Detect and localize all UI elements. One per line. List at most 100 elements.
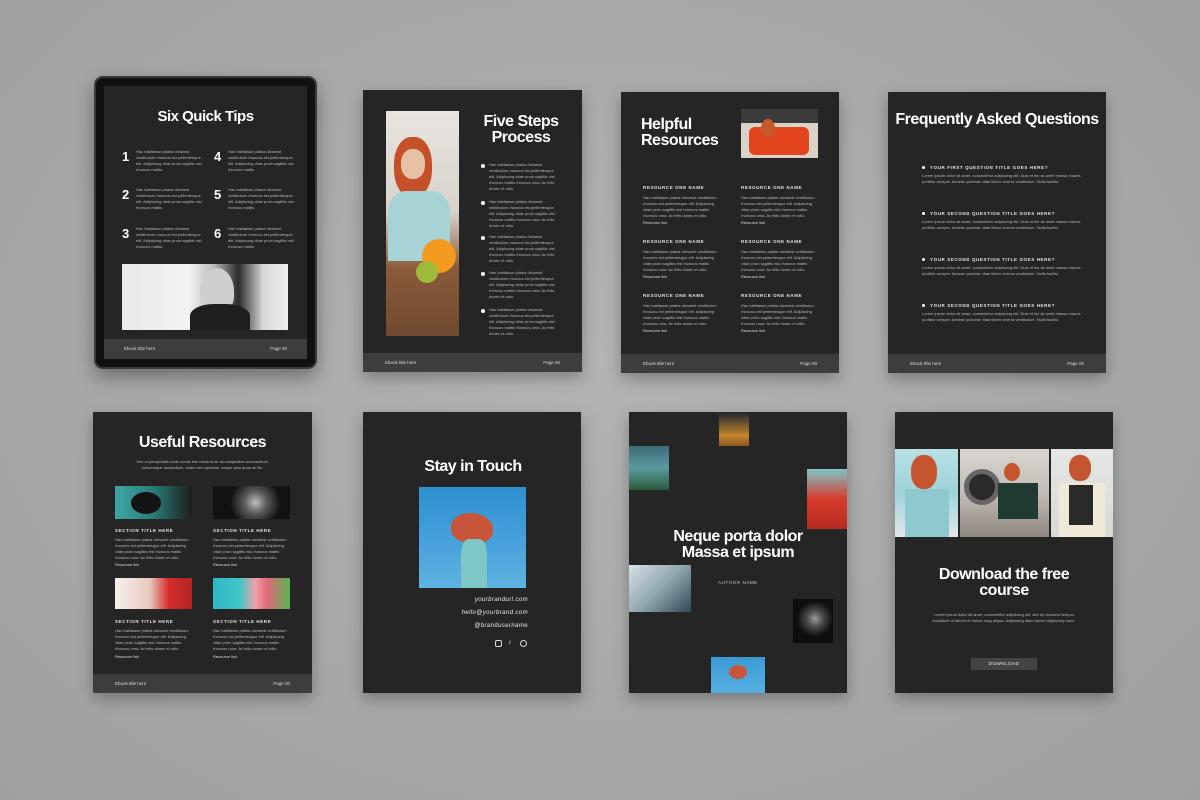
resource-name: RESOURCE ONE NAME: [741, 185, 803, 190]
tip-text: Hac habitasse platea dictumst vestibulum…: [228, 226, 294, 249]
section-title: SECTION TITLE HERE: [213, 619, 272, 624]
red-cup-photo: [115, 578, 192, 609]
page-subtitle: Sed ut perspiciatis unde omnis iste natu…: [136, 459, 268, 470]
resource-text: Hac habitasse platea dictumst vestibulum…: [643, 195, 717, 218]
resource-link[interactable]: Resource link: [643, 328, 667, 334]
pinterest-icon[interactable]: [520, 640, 527, 647]
resource-link[interactable]: Resource link: [643, 220, 667, 226]
face-shadow-photo: [213, 486, 290, 519]
faq-answer: Lorem ipsum dolor sit amet, consectetur …: [922, 219, 1081, 230]
resource-text: Hac habitasse platea dictumst vestibulum…: [741, 303, 815, 326]
tablet-device: Six Quick Tips 1 Hac habitasse platea di…: [94, 76, 317, 369]
hair-flip-small-photo: [711, 657, 765, 693]
resource-name: RESOURCE ONE NAME: [643, 293, 705, 298]
step-text: Hac habitasse platea dictumst vestibulum…: [489, 199, 555, 228]
resource-link[interactable]: Resource link: [115, 654, 139, 660]
resource-name: RESOURCE ONE NAME: [741, 239, 803, 244]
resource-link[interactable]: Resource link: [643, 274, 667, 280]
tip-number: 3: [122, 226, 130, 241]
section-text: Hac habitasse platea dictumst vestibulum…: [115, 628, 189, 651]
faq-answer: Lorem ipsum dolor sit amet, consectetur …: [922, 173, 1081, 184]
resource-link[interactable]: Resource link: [115, 562, 139, 568]
flower-photo: [213, 578, 290, 609]
website-url[interactable]: yourbrandurl.com: [475, 597, 528, 603]
page-stay-in-touch: Stay in Touch yourbrandurl.com hello@you…: [363, 412, 581, 693]
woman-plant-photo: [629, 446, 669, 490]
page-download: Download the free course Lorem ipsum dol…: [895, 412, 1113, 693]
tip-text: Hac habitasse platea dictumst vestibulum…: [228, 149, 294, 172]
instagram-icon[interactable]: [495, 640, 502, 647]
bullet-dot: [481, 164, 485, 168]
page-title: Download the free course: [938, 566, 1070, 599]
email-address[interactable]: hello@yourbrand.com: [462, 610, 528, 616]
footer-page-number: Page 00: [800, 361, 817, 366]
page-title: Frequently Asked Questions: [895, 111, 1099, 128]
resource-text: Hac habitasse platea dictumst vestibulum…: [741, 195, 815, 218]
bullet-dot: [922, 212, 925, 215]
page-neque-porta: Neque porta dolor Massa et ipsum AUTHOR …: [629, 412, 847, 693]
section-title: SECTION TITLE HERE: [213, 528, 272, 533]
tip-number: 6: [214, 226, 222, 241]
resource-text: Hac habitasse platea dictumst vestibulum…: [643, 249, 717, 272]
section-title: SECTION TITLE HERE: [115, 619, 174, 624]
section-text: Hac habitasse platea dictumst vestibulum…: [213, 628, 287, 651]
bullet-dot: [481, 309, 485, 313]
woman-drinking-photo: [1051, 449, 1113, 537]
woman-car-photo: [960, 449, 1049, 537]
faq-question: YOUR SECOND QUESTION TITLE GOES HERE?: [930, 211, 1055, 216]
red-outfit-photo: [807, 469, 847, 529]
page-footer: Ebook title here Page 00: [93, 674, 312, 693]
tip-number: 5: [214, 187, 222, 202]
fruit-bowl-photo: [719, 412, 749, 446]
tip-text: Hac habitasse platea dictumst vestibulum…: [228, 187, 294, 210]
step-text: Hac habitasse platea dictumst vestibulum…: [489, 162, 555, 191]
resource-link[interactable]: Resource link: [741, 220, 765, 226]
faq-question: YOUR FIRST QUESTION TITLE GOES HERE?: [930, 165, 1049, 170]
section-text: Hac habitasse platea dictumst vestibulum…: [115, 537, 189, 560]
page-footer: Ebook title here Page 00: [888, 354, 1106, 373]
section-text: Hac habitasse platea dictumst vestibulum…: [213, 537, 287, 560]
faq-answer: Lorem ipsum dolor sit amet, consectetur …: [922, 265, 1081, 276]
step-text: Hac habitasse platea dictumst vestibulum…: [489, 270, 555, 299]
step-text: Hac habitasse platea dictumst vestibulum…: [489, 234, 555, 263]
page-title: Helpful Resources: [641, 116, 719, 149]
social-handle[interactable]: @brandusername: [474, 623, 528, 629]
page-five-steps: Five Steps Process Hac habitasse platea …: [363, 90, 582, 372]
footer-ebook-title: Ebook title here: [910, 361, 942, 366]
bullet-dot: [481, 272, 485, 276]
resource-link[interactable]: Resource link: [213, 654, 237, 660]
resource-link[interactable]: Resource link: [741, 328, 765, 334]
page-six-quick-tips: Six Quick Tips 1 Hac habitasse platea di…: [104, 86, 307, 359]
bullet-dot: [922, 304, 925, 307]
bullet-dot: [481, 236, 485, 240]
footer-ebook-title: Ebook title here: [643, 361, 675, 366]
tip-number: 1: [122, 149, 130, 164]
woman-with-fruit-photo: [386, 111, 459, 336]
page-faq: Frequently Asked Questions YOUR FIRST QU…: [888, 92, 1106, 373]
resource-link[interactable]: Resource link: [741, 274, 765, 280]
page-helpful-resources: Helpful Resources RESOURCE ONE NAME Hac …: [621, 92, 839, 373]
tip-number: 4: [214, 149, 222, 164]
woman-yogurt-photo: [895, 449, 958, 537]
page-footer: Ebook title here Page 00: [363, 353, 582, 372]
telephone-photo: [115, 486, 192, 519]
page-title: Neque porta dolor Massa et ipsum: [673, 528, 803, 561]
footer-page-number: Page 00: [270, 346, 287, 351]
page-title: Useful Resources: [138, 434, 267, 451]
footer-ebook-title: Ebook title here: [115, 681, 147, 686]
resource-name: RESOURCE ONE NAME: [643, 185, 705, 190]
face-dark-photo: [793, 599, 833, 643]
hair-flip-photo: [419, 487, 526, 588]
step-text: Hac habitasse platea dictumst vestibulum…: [489, 307, 555, 336]
page-useful-resources: Useful Resources Sed ut perspiciatis und…: [93, 412, 312, 693]
footer-page-number: Page 00: [1067, 361, 1084, 366]
resource-link[interactable]: Resource link: [213, 562, 237, 568]
bullet-dot: [922, 166, 925, 169]
resource-text: Hac habitasse platea dictumst vestibulum…: [643, 303, 717, 326]
page-footer: Ebook title here Page 00: [621, 354, 839, 373]
woman-on-sofa-photo: [741, 109, 818, 158]
faq-question: YOUR SECOND QUESTION TITLE GOES HERE?: [930, 303, 1055, 308]
tiktok-icon[interactable]: ♪: [508, 639, 512, 647]
download-button[interactable]: DOWNLOAD: [971, 658, 1037, 670]
tip-text: Hac habitasse platea dictumst vestibulum…: [136, 226, 202, 249]
